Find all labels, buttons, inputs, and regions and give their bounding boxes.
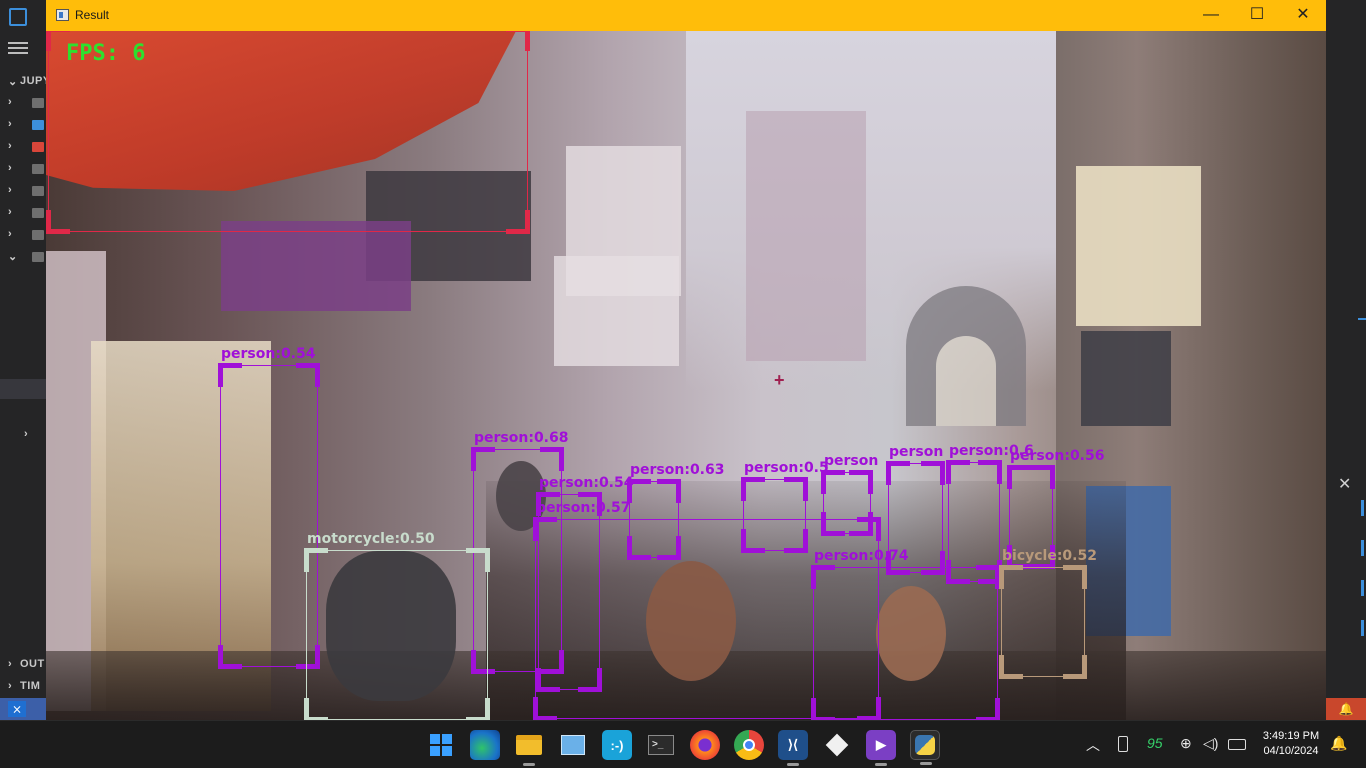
scene-sign: [1081, 331, 1171, 426]
minimize-button[interactable]: —: [1188, 0, 1234, 31]
scroll-indicator: [1358, 318, 1366, 320]
detection-label: bicycle:0.52: [1002, 548, 1097, 564]
battery-level-text[interactable]: 95: [1147, 735, 1163, 751]
usb-device-icon[interactable]: [1118, 736, 1128, 752]
video-frame: FPS: 6 + person:0.54 person:0.68 person:…: [46, 31, 1326, 720]
ide-right-panel: ✕ 🔔: [1326, 0, 1366, 720]
edge-icon[interactable]: [470, 730, 500, 760]
detection-box: person:0.5: [741, 460, 829, 553]
folder-icon: [32, 120, 44, 130]
title-bar[interactable]: Result — ☐ ✕: [46, 0, 1326, 31]
ide-status-bar: ⨯: [0, 698, 46, 720]
remote-icon[interactable]: ⨯: [8, 701, 26, 717]
notifications-bell-icon[interactable]: 🔔: [1330, 735, 1347, 752]
detection-box: bicycle:0.52: [999, 548, 1097, 679]
terminal-icon[interactable]: >_: [646, 730, 676, 760]
clock-time: 3:49:19 PM: [1262, 730, 1320, 742]
close-button[interactable]: ✕: [1280, 0, 1326, 31]
detection-box: person:0.74: [811, 548, 1000, 720]
tree-item[interactable]: ›: [0, 137, 46, 157]
window-title: Result: [75, 8, 110, 22]
explorer-section-header[interactable]: ⌄ JUPY: [0, 72, 50, 92]
box-app-icon[interactable]: [822, 730, 852, 760]
python-icon[interactable]: [910, 730, 940, 765]
notification-bell-icon[interactable]: 🔔: [1326, 698, 1366, 720]
scene-sign: [221, 221, 411, 311]
folder-icon: [32, 208, 44, 218]
tree-item[interactable]: ›: [0, 181, 46, 201]
tree-item[interactable]: ›: [0, 425, 46, 445]
tree-item[interactable]: ⌄: [0, 247, 46, 267]
detection-box: person:0.6: [946, 443, 1034, 584]
detection-box: motorcycle:0.50: [304, 531, 490, 720]
timeline-section-header[interactable]: › TIM: [0, 677, 46, 697]
app-icon[interactable]: [558, 730, 588, 760]
battery-icon[interactable]: [1228, 739, 1246, 750]
scroll-marker: [1361, 500, 1364, 516]
feedback-icon[interactable]: :-): [602, 730, 632, 760]
taskbar: :-) >_ ⟩⟨ ▶ ︿ 95 ⊕ ◁) 3:49:19 PM 04/10/2…: [0, 720, 1366, 768]
network-globe-icon[interactable]: ⊕: [1180, 735, 1192, 752]
ide-logo-icon: [9, 8, 27, 26]
detection-box: person:0.63: [627, 462, 724, 560]
show-hidden-icons-chevron-icon[interactable]: ︿: [1086, 735, 1100, 755]
detection-label: person:0.56: [1010, 448, 1105, 464]
vscode-icon[interactable]: ⟩⟨: [778, 730, 808, 766]
tree-item[interactable]: ›: [0, 115, 46, 135]
detection-label: person:0.5: [744, 460, 829, 476]
detection-label: person: [889, 444, 944, 460]
visual-studio-icon[interactable]: ▶: [866, 730, 896, 766]
detection-label: motorcycle:0.50: [307, 531, 435, 547]
detection-box: person:0.54: [218, 346, 320, 669]
folder-icon: [32, 98, 44, 108]
clock-date: 04/10/2024: [1263, 745, 1319, 757]
detection-label: person:0.54: [539, 475, 634, 491]
detection-box: [46, 31, 530, 234]
window-app-icon: [56, 9, 69, 21]
close-panel-icon[interactable]: ✕: [1338, 474, 1351, 494]
hamburger-menu-icon[interactable]: [8, 42, 28, 44]
crosshair-cursor-icon: +: [774, 370, 785, 390]
folder-icon: [32, 164, 44, 174]
scene-sign: [1076, 166, 1201, 326]
tree-item-selected[interactable]: [0, 379, 46, 399]
maximize-button[interactable]: ☐: [1234, 0, 1280, 31]
result-window: Result — ☐ ✕ FPS: 6 + person:0.54 person…: [46, 0, 1326, 720]
folder-icon: [32, 252, 44, 262]
detection-label: person: [824, 453, 879, 469]
folder-icon: [32, 230, 44, 240]
firefox-icon[interactable]: [690, 730, 720, 760]
system-clock[interactable]: 3:49:19 PM 04/10/2024: [1258, 729, 1324, 759]
outline-section-header[interactable]: › OUT: [0, 655, 46, 675]
detection-label: person:0.74: [814, 548, 909, 564]
scroll-marker: [1361, 580, 1364, 596]
tree-item[interactable]: ›: [0, 225, 46, 245]
desktop: ⌄ JUPY › › › › › › › ⌄ › › OUT › TIM ⨯ ✕…: [0, 0, 1366, 768]
scene-gate: [906, 286, 1026, 426]
detection-label: person:0.68: [474, 430, 569, 446]
tree-item[interactable]: ›: [0, 93, 46, 113]
scroll-marker: [1361, 540, 1364, 556]
detection-box: person: [821, 453, 878, 536]
detection-label: person:0.57: [536, 500, 631, 516]
scene-building: [746, 111, 866, 361]
tree-item[interactable]: ›: [0, 159, 46, 179]
ide-sidebar: ⌄ JUPY › › › › › › › ⌄ › › OUT › TIM ⨯: [0, 0, 50, 720]
tree-item[interactable]: ›: [0, 203, 46, 223]
detection-label: person:0.54: [221, 346, 316, 362]
windows-start-icon[interactable]: [426, 730, 456, 760]
file-explorer-icon[interactable]: [514, 730, 544, 766]
detection-label: person:0.63: [630, 462, 725, 478]
folder-icon: [32, 186, 44, 196]
folder-icon: [32, 142, 44, 152]
scene-sign: [554, 256, 679, 366]
scroll-marker: [1361, 620, 1364, 636]
chrome-icon[interactable]: [734, 730, 764, 760]
volume-icon[interactable]: ◁): [1203, 735, 1218, 752]
